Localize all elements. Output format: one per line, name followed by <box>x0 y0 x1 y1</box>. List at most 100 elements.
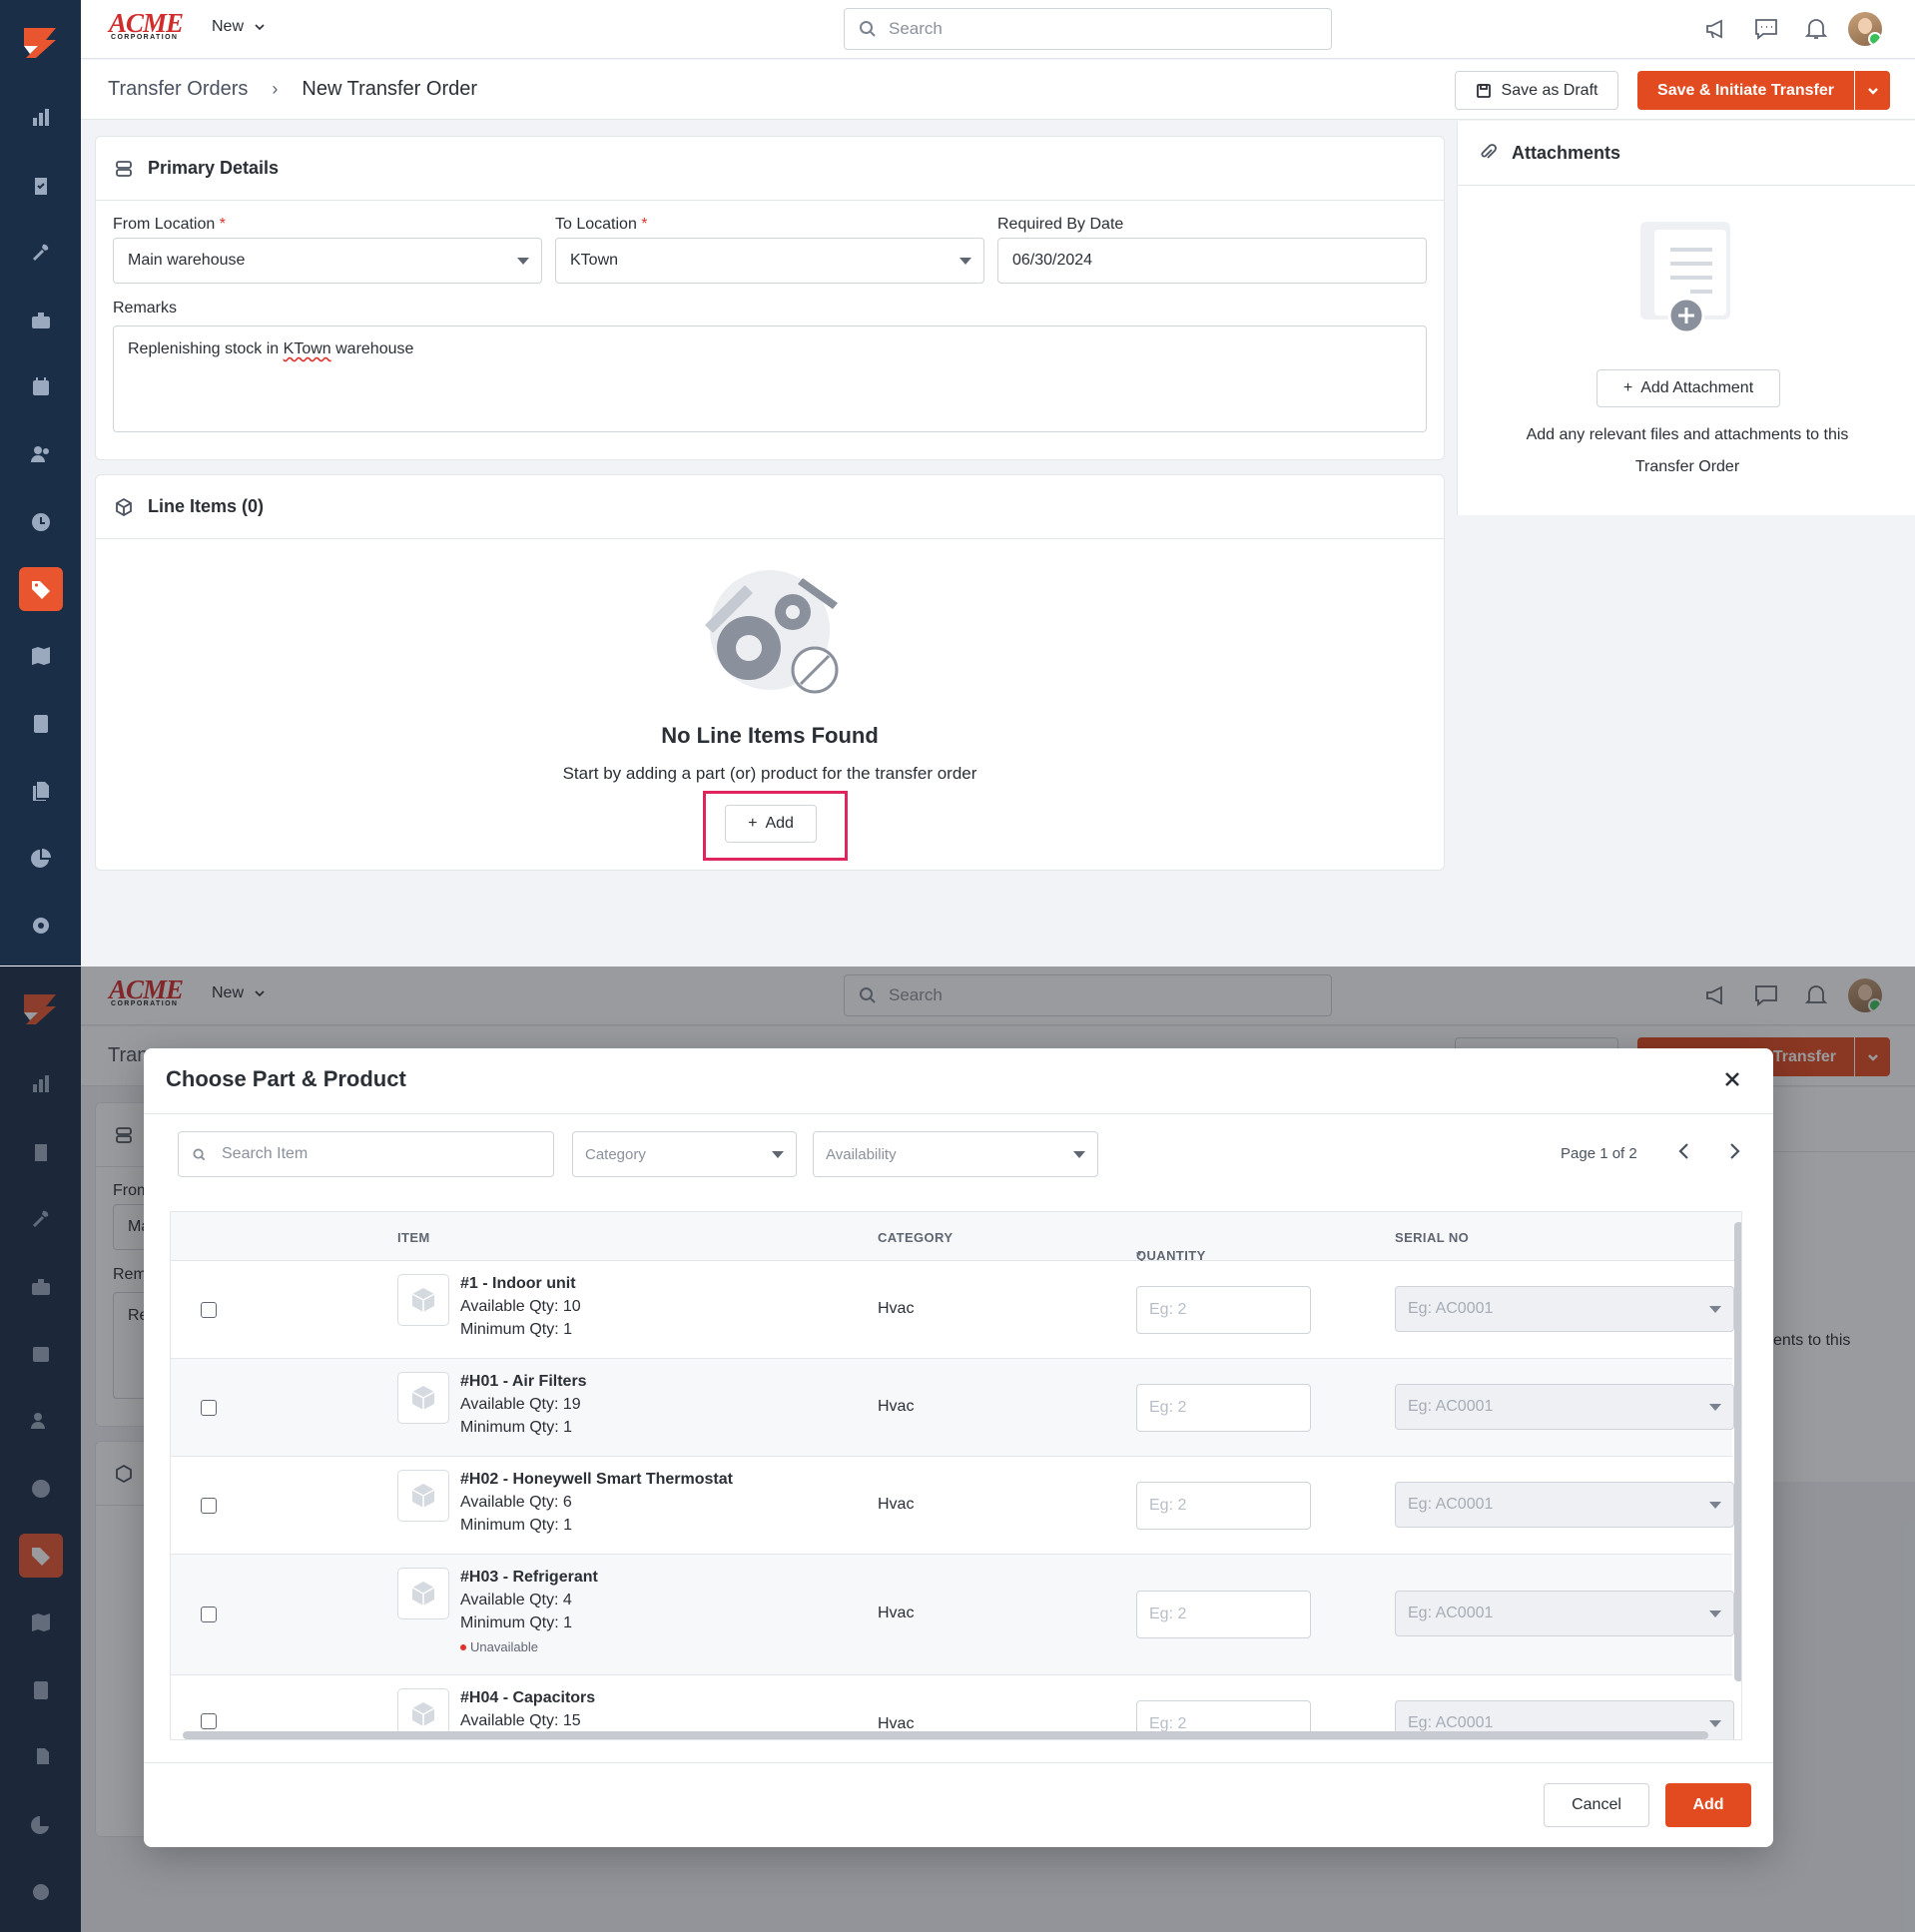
add-selected-button[interactable]: Add <box>1665 1783 1751 1827</box>
chevron-down-icon <box>1867 87 1878 95</box>
save-as-draft-button[interactable]: Save as Draft <box>1455 71 1618 110</box>
empty-gears-illustration <box>685 570 865 705</box>
save-as-draft-label: Save as Draft <box>1501 81 1598 99</box>
item-category: Hvac <box>878 1398 915 1415</box>
stack-icon <box>116 160 132 177</box>
empty-state-subtitle: Start by adding a part (or) product for … <box>562 764 977 783</box>
breadcrumb-transfer-orders[interactable]: Transfer Orders <box>108 78 248 101</box>
box-icon <box>397 1372 449 1424</box>
availability-filter-select[interactable]: Availability <box>813 1131 1098 1177</box>
box-icon <box>397 1568 449 1619</box>
item-name: #H01 - Air Filters <box>460 1373 587 1390</box>
box-icon <box>397 1274 449 1326</box>
choose-part-modal: Choose Part & Product Search Item Catego… <box>144 1048 1773 1847</box>
search-icon <box>193 1147 206 1160</box>
box-icon <box>116 497 132 516</box>
attachments-description: Add any relevant files and attachments t… <box>1526 426 1849 475</box>
serial-select[interactable]: Eg: AC0001 <box>1395 1482 1734 1528</box>
calendar-icon[interactable] <box>19 365 63 409</box>
item-search-input[interactable]: Search Item <box>178 1131 554 1177</box>
new-menu-button[interactable]: New <box>212 18 266 36</box>
attachments-header: Attachments <box>1458 121 1915 186</box>
row-checkbox[interactable] <box>201 1713 217 1729</box>
category-filter-placeholder: Category <box>585 1145 646 1163</box>
column-category: CATEGORY <box>878 1230 954 1245</box>
quantity-input[interactable]: Eg: 2 <box>1136 1384 1311 1432</box>
line-items-header: Line Items (0) <box>96 475 1444 539</box>
users-icon[interactable] <box>19 432 63 476</box>
documents-icon[interactable] <box>19 769 63 813</box>
checklist-icon[interactable] <box>19 164 63 208</box>
from-location-select[interactable]: Main warehouse <box>113 238 542 284</box>
bell-icon[interactable] <box>1803 16 1829 42</box>
document-add-illustration <box>1632 216 1742 335</box>
brand-logo[interactable]: ACME CORPORATION <box>109 10 185 44</box>
item-minimum-qty: Minimum Qty: 1 <box>460 1614 573 1631</box>
item-category: Hvac <box>878 1605 915 1621</box>
item-minimum-qty: Minimum Qty: 1 <box>460 1321 573 1338</box>
to-location-select[interactable]: KTown <box>555 238 984 284</box>
serial-select[interactable]: Eg: AC0001 <box>1395 1384 1734 1430</box>
row-checkbox[interactable] <box>201 1498 217 1514</box>
pie-chart-icon[interactable] <box>19 837 63 881</box>
horizontal-scrollbar[interactable] <box>183 1731 1708 1739</box>
divider <box>144 1113 1773 1114</box>
serial-select[interactable]: Eg: AC0001 <box>1395 1591 1734 1636</box>
quantity-input[interactable]: Eg: 2 <box>1136 1482 1311 1530</box>
global-search-input[interactable]: Search <box>844 8 1332 50</box>
divider <box>144 1762 1773 1763</box>
save-initiate-transfer-button[interactable]: Save & Initiate Transfer <box>1637 71 1854 110</box>
serial-select[interactable]: Eg: AC0001 <box>1395 1286 1734 1332</box>
primary-details-card: Primary Details From Location * Main war… <box>95 136 1445 460</box>
column-item: ITEM <box>397 1230 430 1245</box>
clock-icon[interactable] <box>19 500 63 544</box>
briefcase-icon[interactable] <box>19 299 63 342</box>
to-location-value: KTown <box>570 252 619 269</box>
chevron-right-icon[interactable] <box>1722 1139 1746 1163</box>
add-attachment-button[interactable]: + Add Attachment <box>1596 369 1780 407</box>
box-icon <box>397 1470 449 1522</box>
table-row: #H03 - Refrigerant Available Qty: 4 Mini… <box>171 1555 1734 1675</box>
column-serial: SERIAL NO <box>1395 1230 1470 1245</box>
item-category: Hvac <box>878 1300 915 1317</box>
to-location-label: To Location * <box>555 216 648 233</box>
from-location-value: Main warehouse <box>128 252 246 269</box>
user-avatar[interactable] <box>1848 12 1882 46</box>
app-logo-icon[interactable] <box>16 18 64 66</box>
map-icon[interactable] <box>19 634 63 678</box>
required-by-date-input[interactable]: 06/30/2024 <box>997 238 1427 284</box>
close-icon[interactable] <box>1721 1068 1743 1090</box>
settings-icon[interactable] <box>19 904 63 948</box>
caret-down-icon <box>959 258 971 265</box>
remarks-label: Remarks <box>113 300 178 317</box>
tag-icon[interactable] <box>19 567 63 611</box>
row-checkbox[interactable] <box>201 1607 217 1622</box>
chat-icon[interactable] <box>1753 16 1779 42</box>
item-minimum-qty: Minimum Qty: 1 <box>460 1419 573 1436</box>
item-available-qty: Available Qty: 6 <box>460 1494 572 1511</box>
add-attachment-label: Add Attachment <box>1640 379 1754 396</box>
item-name: #H02 - Honeywell Smart Thermostat <box>460 1471 733 1488</box>
cancel-button[interactable]: Cancel <box>1544 1783 1649 1827</box>
remarks-textarea[interactable]: Replenishing stock in KTown warehouse <box>113 325 1427 432</box>
caret-down-icon <box>772 1151 784 1158</box>
save-options-dropdown[interactable] <box>1855 71 1890 110</box>
search-icon <box>860 21 876 37</box>
megaphone-icon[interactable] <box>1703 16 1729 42</box>
calculator-icon[interactable] <box>19 702 63 746</box>
attachments-panel: Attachments + Add Attachment Add any rel… <box>1457 121 1915 515</box>
caret-down-icon <box>1709 1610 1721 1617</box>
item-name: #1 - Indoor unit <box>460 1275 576 1292</box>
tools-icon[interactable] <box>19 231 63 275</box>
dashboard-icon[interactable] <box>19 96 63 140</box>
row-checkbox[interactable] <box>201 1400 217 1416</box>
quantity-input[interactable]: Eg: 2 <box>1136 1591 1311 1638</box>
row-checkbox[interactable] <box>201 1302 217 1318</box>
modal-title: Choose Part & Product <box>166 1066 406 1091</box>
sidebar <box>0 0 81 966</box>
chevron-left-icon[interactable] <box>1672 1139 1696 1163</box>
quantity-input[interactable]: Eg: 2 <box>1136 1286 1311 1334</box>
category-filter-select[interactable]: Category <box>572 1131 797 1177</box>
item-available-qty: Available Qty: 15 <box>460 1712 581 1729</box>
vertical-scrollbar[interactable] <box>1734 1222 1741 1681</box>
